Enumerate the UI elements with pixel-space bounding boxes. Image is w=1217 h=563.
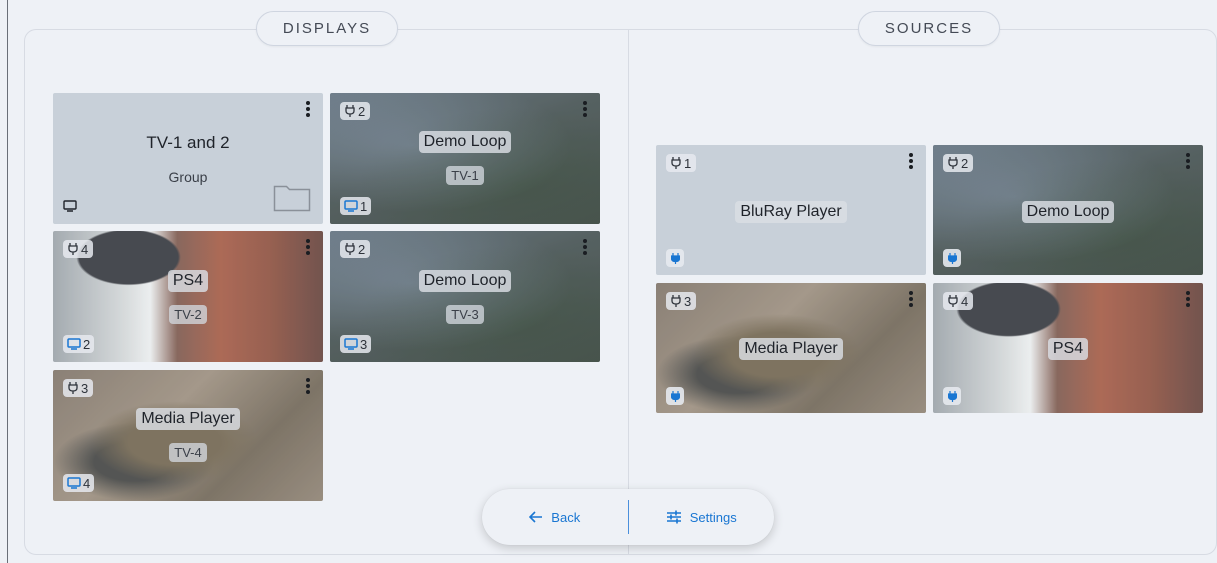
- monitor-icon: [63, 200, 77, 212]
- plug-icon: [948, 157, 958, 169]
- screen-number: 3: [360, 336, 368, 352]
- bottom-action-bar: Back Settings: [482, 489, 774, 545]
- source-badge: 2: [340, 240, 371, 258]
- plug-icon: [666, 387, 684, 405]
- plug-icon: [671, 157, 681, 169]
- source-tile-bluray[interactable]: 1 BluRay Player: [656, 145, 926, 275]
- source-badge: 1: [666, 154, 697, 172]
- display-tile-tv2[interactable]: 4 PS4 TV-2 2: [53, 231, 323, 362]
- source-number: 4: [81, 241, 89, 257]
- source-number: 1: [684, 155, 692, 171]
- group-name: TV-1 and 2: [146, 133, 230, 152]
- monitor-icon: [67, 477, 81, 489]
- monitor-icon: [344, 338, 358, 350]
- display-tile-tv3[interactable]: 2 Demo Loop TV-3 3: [330, 231, 600, 362]
- plug-icon: [948, 295, 958, 307]
- plug-icon: [943, 387, 961, 405]
- source-name: Media Player: [739, 338, 843, 360]
- arrow-left-icon: [529, 511, 543, 523]
- source-badge: 4: [943, 292, 974, 310]
- display-tile-tv4[interactable]: 3 Media Player TV-4 4: [53, 370, 323, 501]
- settings-label: Settings: [689, 509, 737, 525]
- screen-number: 4: [83, 475, 91, 491]
- plug-icon: [671, 295, 681, 307]
- display-group-tile[interactable]: TV-1 and 2 Group: [53, 93, 323, 224]
- settings-button[interactable]: Settings: [629, 489, 775, 545]
- source-badge: 2: [340, 102, 371, 120]
- source-name: PS4: [1047, 338, 1089, 360]
- menu-dots-icon[interactable]: [302, 238, 314, 256]
- menu-dots-icon[interactable]: [302, 377, 314, 395]
- screen-badge: 2: [63, 335, 95, 353]
- plug-icon: [68, 382, 78, 394]
- menu-dots-icon[interactable]: [302, 100, 314, 118]
- source-tile-media-player[interactable]: 3 Media Player: [656, 283, 926, 413]
- screen-badge: 4: [63, 474, 95, 492]
- tile-display-name: TV-2: [169, 305, 207, 324]
- source-number: 3: [684, 293, 692, 309]
- back-button[interactable]: Back: [482, 489, 628, 545]
- plug-icon: [345, 243, 355, 255]
- tile-source-title: Media Player: [136, 408, 240, 430]
- source-badge: 2: [943, 154, 974, 172]
- menu-dots-icon[interactable]: [1182, 290, 1194, 308]
- screen-badge: 1: [340, 197, 372, 215]
- back-label: Back: [551, 509, 581, 525]
- tile-source-title: PS4: [167, 270, 209, 292]
- source-badge: 3: [63, 379, 94, 397]
- sources-section-title: SOURCES: [858, 11, 1000, 46]
- display-tile-tv1[interactable]: 2 Demo Loop TV-1 1: [330, 93, 600, 224]
- menu-dots-icon[interactable]: [579, 238, 591, 256]
- source-badge: 3: [666, 292, 697, 310]
- displays-section-title: DISPLAYS: [256, 11, 398, 46]
- source-number: 4: [961, 293, 969, 309]
- source-number: 2: [358, 103, 366, 119]
- plug-icon: [345, 105, 355, 117]
- menu-dots-icon[interactable]: [905, 152, 917, 170]
- monitor-icon: [67, 338, 81, 350]
- monitor-icon: [344, 200, 358, 212]
- plug-icon: [68, 243, 78, 255]
- source-number: 3: [81, 380, 89, 396]
- source-number: 2: [961, 155, 969, 171]
- screen-number: 1: [360, 198, 368, 214]
- tile-display-name: TV-3: [446, 305, 484, 324]
- sliders-icon: [666, 510, 681, 524]
- menu-dots-icon[interactable]: [579, 100, 591, 118]
- screen-number: 2: [83, 336, 91, 352]
- folder-icon: [273, 185, 311, 212]
- source-tile-ps4[interactable]: 4 PS4: [933, 283, 1203, 413]
- source-name: Demo Loop: [1021, 201, 1115, 223]
- tile-source-title: Demo Loop: [418, 131, 512, 153]
- tile-display-name: TV-4: [169, 443, 207, 462]
- menu-dots-icon[interactable]: [1182, 152, 1194, 170]
- source-name: BluRay Player: [735, 201, 847, 223]
- source-number: 2: [358, 241, 366, 257]
- left-edge-rule: [7, 0, 8, 563]
- tile-source-title: Demo Loop: [418, 270, 512, 292]
- menu-dots-icon[interactable]: [905, 290, 917, 308]
- plug-icon: [666, 249, 684, 267]
- plug-icon: [943, 249, 961, 267]
- tile-display-name: TV-1: [446, 166, 484, 185]
- source-badge: 4: [63, 240, 94, 258]
- source-tile-demo-loop[interactable]: 2 Demo Loop: [933, 145, 1203, 275]
- screen-badge: 3: [340, 335, 372, 353]
